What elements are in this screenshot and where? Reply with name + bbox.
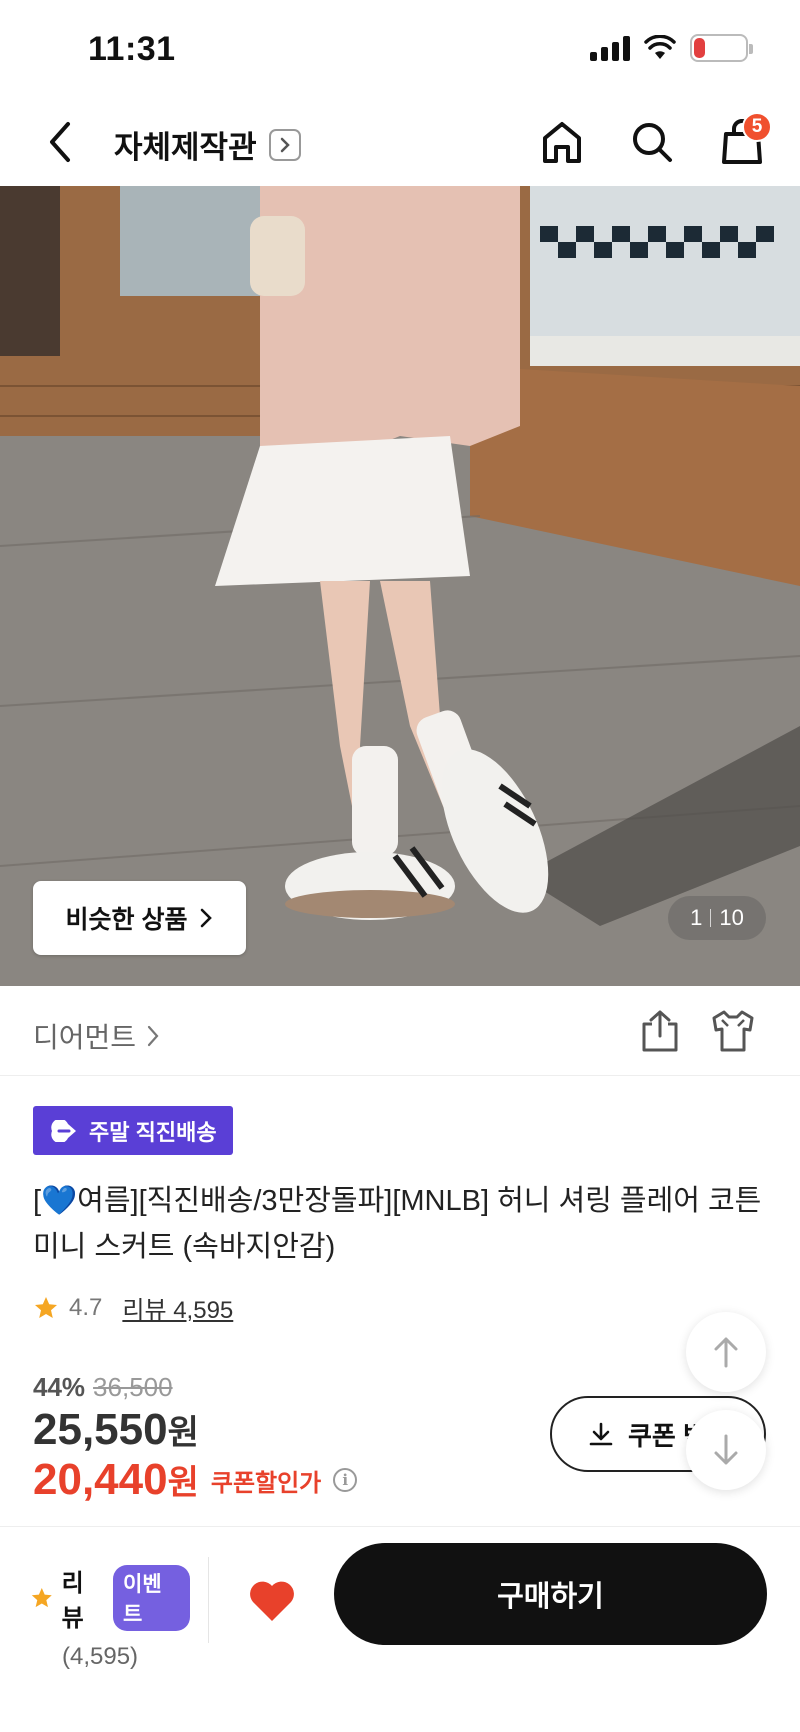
rating-value: 4.7 (69, 1293, 103, 1321)
app-header: 자체제작관 5 (0, 100, 800, 186)
cart-count-badge: 5 (742, 112, 772, 142)
info-icon[interactable]: i (333, 1468, 358, 1492)
brand-name: 디어먼트 (33, 1022, 137, 1053)
search-button[interactable] (624, 114, 680, 170)
review-summary-label: 리뷰 (61, 1570, 84, 1632)
wishlist-button[interactable] (244, 1573, 300, 1629)
bottom-action-bar: 리뷰 이벤트 (4,595) 구매하기 (0, 1526, 800, 1732)
arrow-up-icon (714, 1337, 738, 1368)
battery-level: 4 (713, 36, 725, 59)
discount-row: 44% 36,500 (33, 1372, 357, 1403)
scroll-down-button[interactable] (686, 1410, 766, 1490)
search-icon (633, 123, 672, 162)
similar-products-label: 비슷한 상품 (65, 906, 188, 934)
back-button[interactable] (36, 118, 84, 166)
star-icon (31, 1588, 52, 1608)
coupon-price-unit: 원 (167, 1464, 199, 1502)
review-summary-button[interactable]: 리뷰 이벤트 (4,595) (30, 1563, 190, 1671)
chevron-right-icon (268, 128, 301, 161)
back-icon (50, 122, 70, 162)
coupon-price: 20,440원 (33, 1455, 199, 1505)
sale-price-value: 25,550 (33, 1405, 168, 1454)
heart-icon (250, 1581, 294, 1621)
home-button[interactable] (534, 114, 590, 170)
brand-row: 디어먼트 (0, 986, 800, 1076)
star-icon (35, 1296, 57, 1318)
download-icon (589, 1422, 613, 1446)
status-icons: 4 (590, 34, 753, 62)
coupon-price-value: 20,440 (33, 1455, 168, 1504)
image-page-indicator: 1 10 (668, 896, 766, 940)
battery-icon: 4 (690, 34, 753, 62)
share-icon (642, 1010, 678, 1052)
discount-rate: 44% (33, 1372, 86, 1402)
delivery-badge-label: 주말 직진배송 (89, 1119, 217, 1145)
coupon-price-label: 쿠폰할인가 (210, 1469, 322, 1497)
weekend-delivery-badge: 주말 직진배송 (33, 1106, 233, 1155)
clothing-fit-icon (712, 1010, 754, 1052)
sale-price: 25,550원 (33, 1405, 357, 1455)
product-title: [💙여름][직진배송/3만장돌파][MNLB] 허니 셔링 플레어 코튼 미니 … (33, 1185, 762, 1263)
divider (208, 1557, 209, 1643)
current-image-number: 1 (690, 905, 703, 930)
similar-products-button[interactable]: 비슷한 상품 (33, 881, 246, 955)
coupon-price-row: 20,440원 쿠폰할인가 i (33, 1455, 358, 1505)
total-image-count: 10 (719, 905, 744, 930)
fitting-button[interactable] (710, 1008, 756, 1054)
price-area: 44% 36,500 25,550원 20,440원 쿠폰할인가 i (33, 1372, 358, 1505)
chevron-right-icon (147, 1025, 159, 1047)
wifi-icon (644, 35, 676, 59)
sale-price-unit: 원 (167, 1414, 199, 1452)
home-icon (543, 122, 581, 163)
status-time: 11:31 (88, 30, 176, 68)
review-count: (4,595) (62, 1643, 139, 1670)
status-bar: 11:31 4 (0, 0, 800, 100)
store-title-link[interactable]: 자체제작관 (114, 122, 301, 167)
store-title: 자체제작관 (114, 130, 257, 165)
review-summary-top: 리뷰 이벤트 (30, 1563, 190, 1633)
brand-link[interactable]: 디어먼트 (33, 1016, 160, 1056)
cellular-signal-icon (590, 35, 630, 61)
arrow-down-icon (714, 1434, 738, 1465)
product-photo[interactable] (0, 186, 800, 986)
review-link[interactable]: 리뷰 4,595 (122, 1290, 233, 1325)
original-price: 36,500 (93, 1372, 173, 1402)
fast-delivery-icon (51, 1119, 76, 1142)
rating-row: 4.7 리뷰 4,595 (33, 1290, 233, 1325)
cart-button[interactable]: 5 (714, 112, 772, 170)
share-button[interactable] (638, 1008, 682, 1056)
chevron-right-icon (201, 908, 213, 928)
buy-button[interactable]: 구매하기 (334, 1543, 767, 1645)
event-badge: 이벤트 (113, 1565, 190, 1631)
scroll-up-button[interactable] (686, 1312, 766, 1392)
